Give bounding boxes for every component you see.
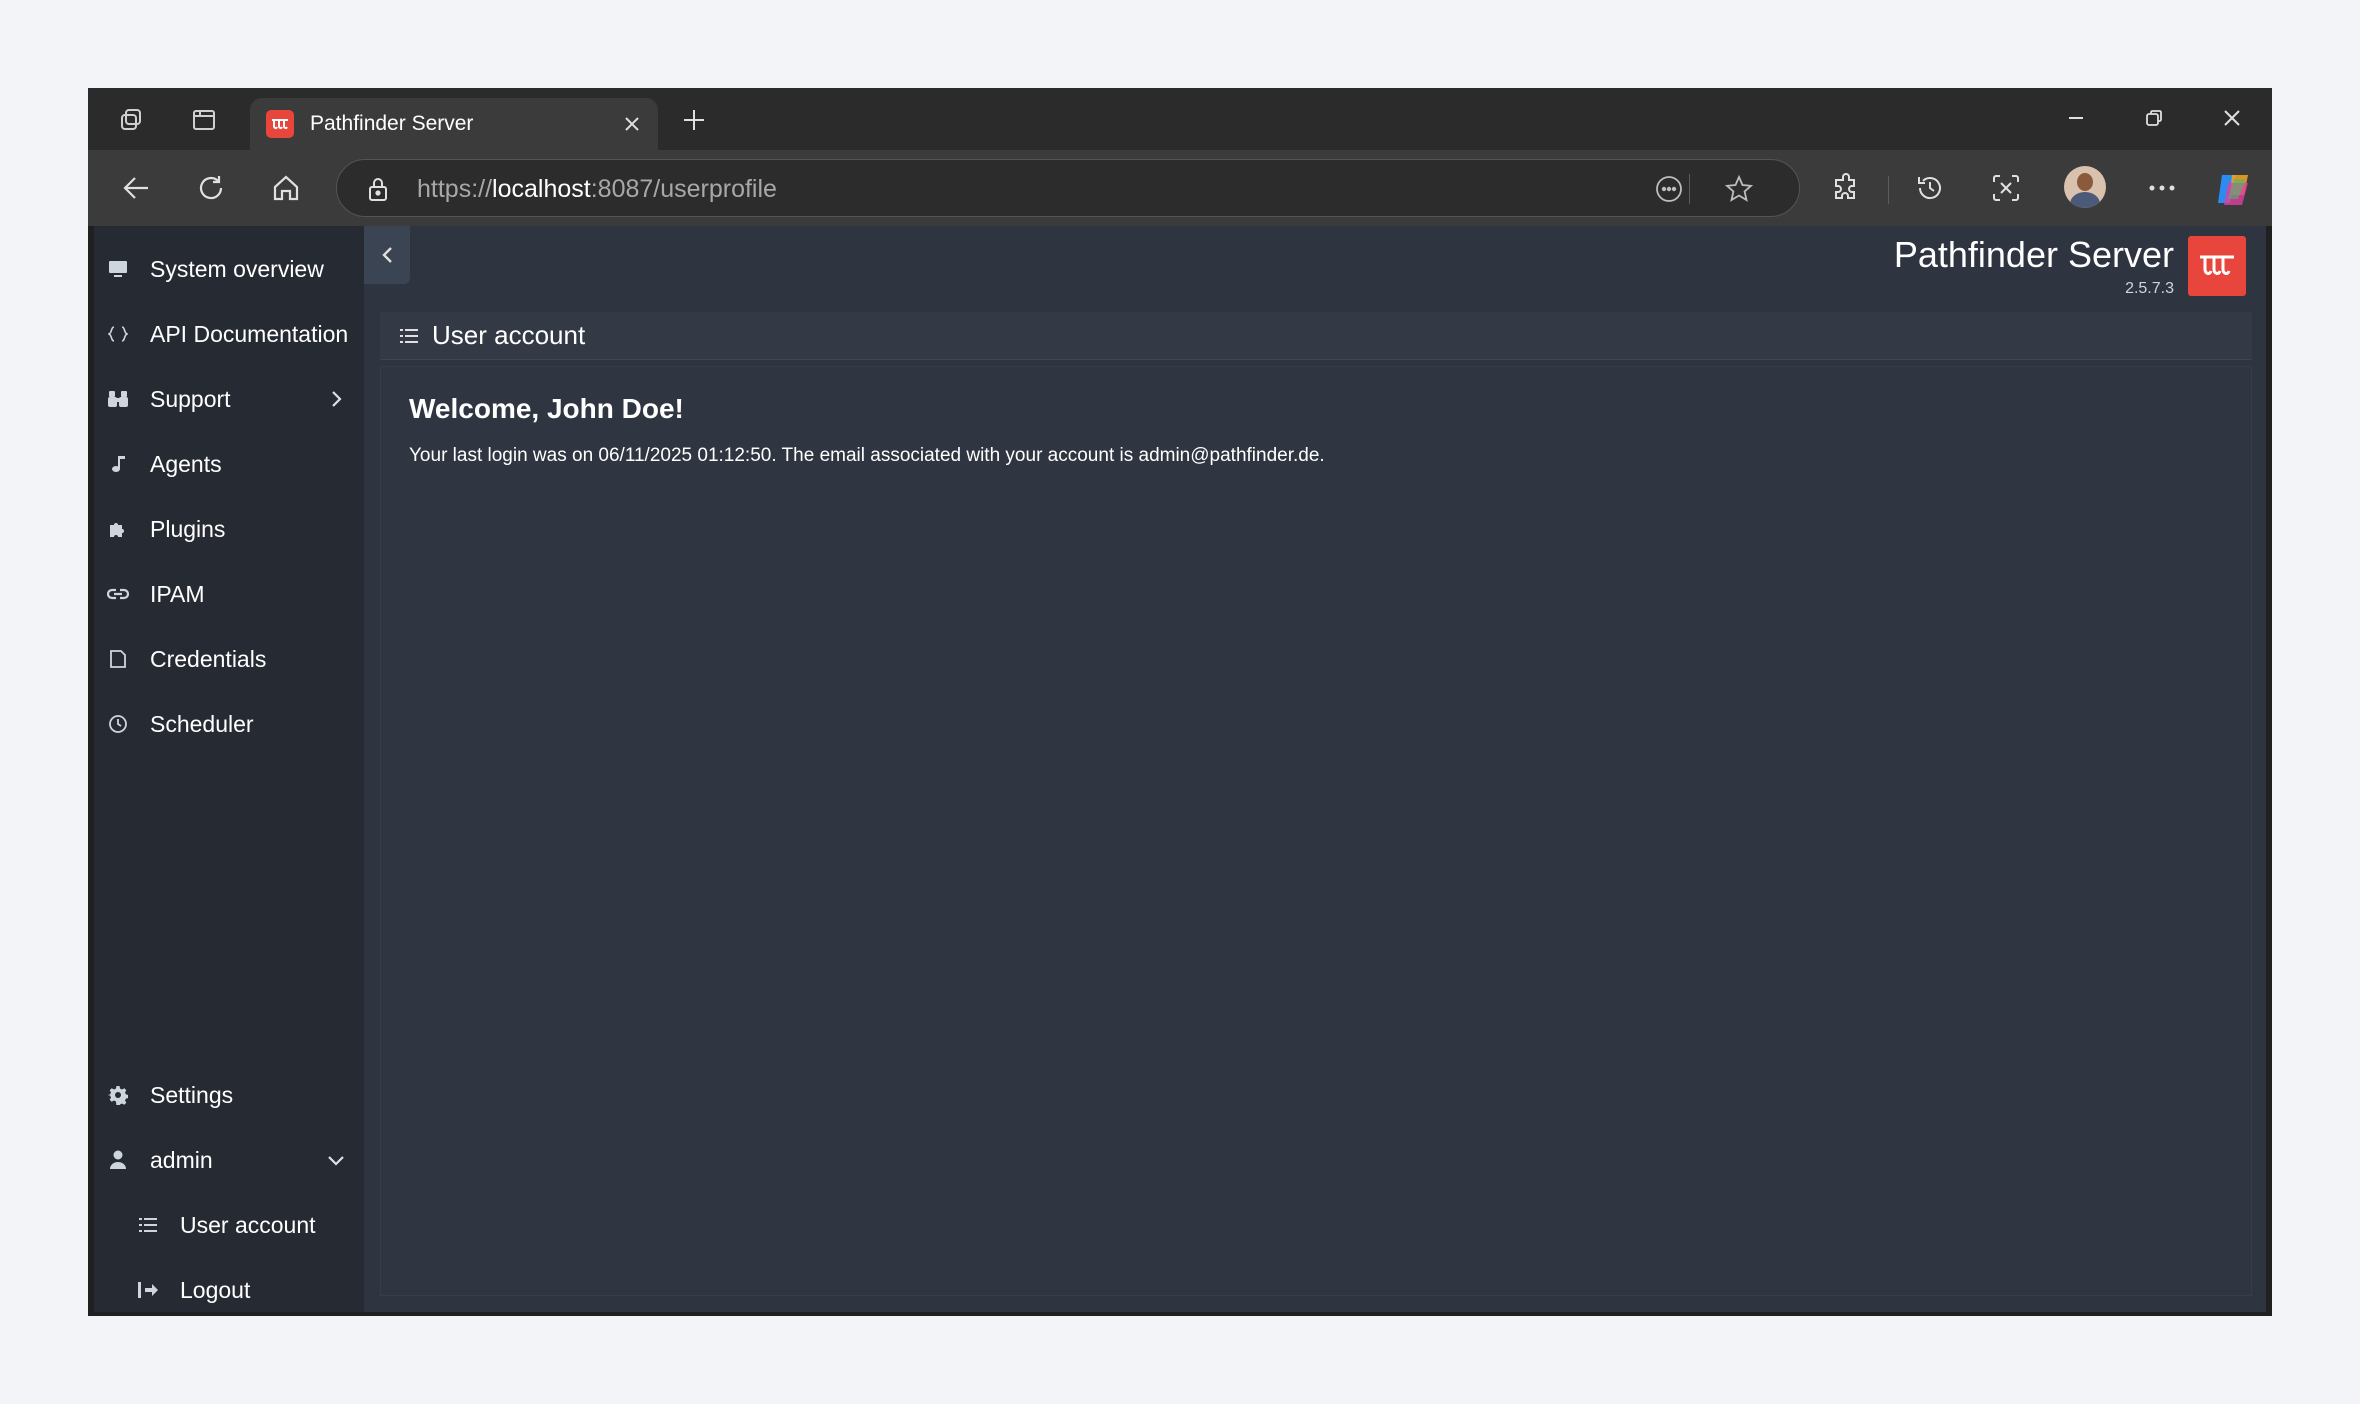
brand-version: 2.5.7.3 [2125,280,2174,297]
account-info-text: Your last login was on 06/11/2025 01:12:… [409,445,1325,466]
restore-icon[interactable] [2124,98,2184,138]
logout-icon [136,1278,160,1302]
user-icon [106,1148,130,1172]
url-text[interactable]: https://localhost:8087/userprofile [417,175,777,204]
favicon-icon [266,110,294,138]
music-note-icon [106,452,130,476]
tab-title: Pathfinder Server [310,112,474,135]
sidebar-item-system-overview[interactable]: System overview [94,240,364,298]
close-window-icon[interactable] [2202,98,2262,138]
sidebar-item-label: Support [150,385,231,412]
toolbar-separator [1888,176,1889,204]
sidebar-item-credentials[interactable]: Credentials [94,630,364,688]
page-title: User account [432,320,586,350]
sidebar-item-label: admin [150,1146,213,1173]
tab-strip: Pathfinder Server [88,88,2272,150]
brand-name: Pathfinder Server [1893,234,2174,275]
sidebar-item-admin[interactable]: admin [94,1131,364,1189]
sidebar-item-support[interactable]: Support [94,370,364,428]
file-icon [106,647,130,671]
sidebar: System overview API Documentation Suppor… [94,226,364,1312]
braces-icon [106,322,130,346]
sidebar-item-label: Logout [180,1276,251,1303]
address-bar[interactable]: https://localhost:8087/userprofile [336,159,1800,217]
url-host: localhost [492,175,591,203]
browser-toolbar: https://localhost:8087/userprofile [88,150,2272,226]
sidebar-item-label: System overview [150,255,324,282]
url-scheme: https:// [417,175,493,203]
sidebar-item-label: Credentials [150,645,267,672]
sidebar-item-agents[interactable]: Agents [94,435,364,493]
sidebar-item-label: API Documentation [150,320,349,347]
sidebar-item-user-account[interactable]: User account [124,1196,364,1254]
sidebar-item-api-documentation[interactable]: API Documentation [94,305,364,363]
sidebar-collapse-button[interactable] [364,226,410,284]
copilot-icon[interactable] [2214,169,2254,209]
binoculars-icon [106,387,130,411]
sidebar-item-settings[interactable]: Settings [94,1066,364,1124]
puzzle-icon [106,517,130,541]
sidebar-item-logout[interactable]: Logout [124,1261,364,1316]
sidebar-item-label: Agents [150,450,222,477]
profile-avatar[interactable] [2064,166,2106,208]
card-header: User account [380,312,2252,360]
sidebar-item-label: Scheduler [150,710,254,737]
url-separator [1689,174,1690,204]
list-icon [136,1213,160,1237]
sidebar-item-plugins[interactable]: Plugins [94,500,364,558]
sidebar-item-label: User account [180,1211,316,1238]
home-icon[interactable] [266,168,306,208]
clock-icon [106,712,130,736]
card-body: Welcome, John Doe! Your last login was o… [380,366,2252,1296]
extensions-icon[interactable] [1826,168,1866,208]
welcome-heading: Welcome, John Doe! [409,393,684,424]
monitor-icon [106,257,130,281]
link-icon [106,582,130,606]
lock-icon[interactable] [363,174,393,204]
url-path: :8087/userprofile [590,175,777,203]
sidebar-item-scheduler[interactable]: Scheduler [94,695,364,753]
minimize-icon[interactable] [2046,98,2106,138]
chevron-down-icon [324,1148,348,1172]
sidebar-item-label: Settings [150,1081,234,1108]
browser-window: Pathfinder Server https://localhost:8087… [88,88,2272,1316]
favorite-star-icon[interactable] [1723,173,1755,205]
reading-mode-icon[interactable] [1653,173,1685,205]
gear-icon [106,1083,130,1107]
reload-icon[interactable] [191,168,231,208]
sidebar-item-label: Plugins [150,515,226,542]
sidebar-item-label: IPAM [150,580,205,607]
app-content: System overview API Documentation Suppor… [94,226,2266,1312]
history-icon[interactable] [1910,168,1950,208]
sidebar-item-ipam[interactable]: IPAM [94,565,364,623]
back-icon[interactable] [116,168,156,208]
tab-close-icon[interactable] [612,104,652,144]
screenshot-icon[interactable] [1986,168,2026,208]
list-icon [398,325,420,347]
new-tab-icon[interactable] [674,100,714,140]
more-options-icon[interactable] [2142,168,2182,208]
tab-actions-icon[interactable] [188,104,220,136]
chevron-right-icon [324,387,348,411]
workspaces-icon[interactable] [116,104,148,136]
tab-pathfinder[interactable]: Pathfinder Server [250,98,658,150]
brand-logo-icon[interactable] [2188,236,2246,296]
